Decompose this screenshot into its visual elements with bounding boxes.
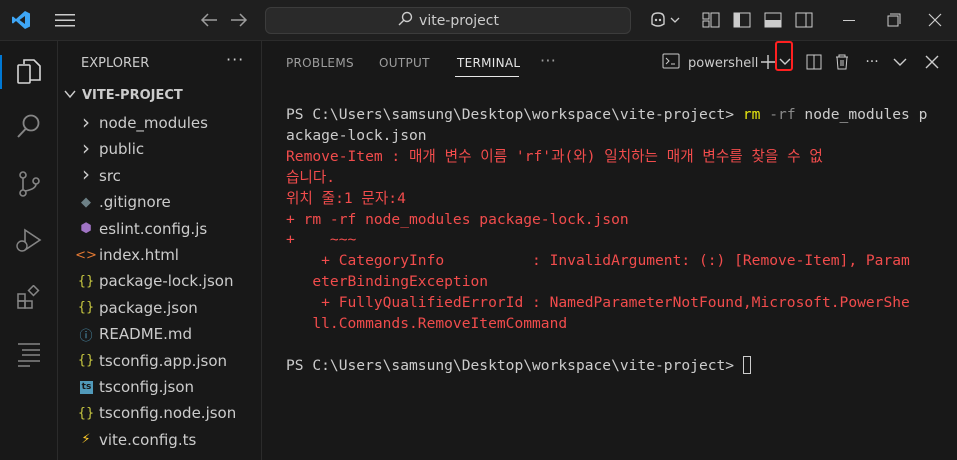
terminal-icon xyxy=(662,53,680,73)
forward-arrow-icon[interactable] xyxy=(228,9,250,31)
tree-item-label: tsconfig.node.json xyxy=(99,404,237,423)
tree-item-label: eslint.config.js xyxy=(99,219,208,238)
activity-bar xyxy=(0,41,58,460)
ts-icon: ts xyxy=(80,380,93,394)
tree-item[interactable]: {} package-lock.json xyxy=(76,268,234,294)
search-icon[interactable] xyxy=(14,111,44,141)
tree-item[interactable]: ⚡ vite.config.ts xyxy=(76,427,196,453)
panel-more-button[interactable]: ··· xyxy=(540,51,556,70)
error-line: + CategoryInfo : InvalidArgument: (:) [R… xyxy=(286,252,910,270)
close-window-icon[interactable] xyxy=(924,9,946,31)
vite-icon: ⚡ xyxy=(81,432,91,448)
error-line: Remove-Item : 매개 변수 이름 'rf'과(와) 일치하는 매개 … xyxy=(286,147,823,165)
error-line: + FullyQualifiedErrorId : NamedParameter… xyxy=(286,294,910,312)
restore-icon[interactable] xyxy=(883,9,905,31)
terminal-selector[interactable]: powershell xyxy=(662,53,758,73)
customize-layout-icon[interactable] xyxy=(700,9,722,31)
html-icon: <> xyxy=(75,247,97,263)
tree-item-label: node_modules xyxy=(99,114,208,132)
extensions-icon[interactable] xyxy=(14,283,44,313)
tree-item-label: tsconfig.json xyxy=(99,378,195,396)
chevron-right-icon: › xyxy=(82,162,90,187)
terminal-panel: PROBLEMS OUTPUT TERMINAL ··· powershell … xyxy=(262,41,957,460)
json-icon: {} xyxy=(77,353,95,369)
terminal-line: ackage-lock.json xyxy=(286,126,427,144)
title-bar: vite-project xyxy=(0,0,957,41)
back-arrow-icon[interactable] xyxy=(198,9,220,31)
split-terminal-icon[interactable] xyxy=(804,52,824,72)
tree-item-label: package-lock.json xyxy=(99,272,234,291)
error-line: 습니다. xyxy=(286,168,336,186)
outline-icon[interactable] xyxy=(14,339,44,369)
explorer-sidebar: EXPLORER ··· VITE-PROJECT › node_modules ›… xyxy=(58,41,262,460)
project-folder-header[interactable]: VITE-PROJECT xyxy=(64,88,183,103)
tab-problems[interactable]: PROBLEMS xyxy=(286,56,354,70)
toggle-panel-icon[interactable] xyxy=(762,9,784,31)
search-icon xyxy=(397,11,413,31)
tree-item[interactable]: ⬢ eslint.config.js xyxy=(76,216,207,242)
tree-item[interactable]: ◆ .gitignore xyxy=(76,189,171,215)
copilot-icon[interactable] xyxy=(648,9,684,31)
tree-item[interactable]: ⓘ README.md xyxy=(76,321,192,347)
json-icon: {} xyxy=(77,273,95,289)
maximize-panel-chevron-icon[interactable] xyxy=(890,52,910,72)
tree-item[interactable]: › node_modules xyxy=(76,110,208,136)
tree-item-label: tsconfig.app.json xyxy=(99,351,228,370)
tree-item-label: vite.config.ts xyxy=(99,430,197,449)
explorer-icon[interactable] xyxy=(14,57,44,87)
tree-item[interactable]: {} tsconfig.app.json xyxy=(76,348,227,374)
annotation-highlight-box xyxy=(775,41,793,71)
eslint-icon: ⬢ xyxy=(80,221,92,237)
error-line: ll.Commands.RemoveItemCommand xyxy=(286,315,568,333)
panel-actions-more-icon[interactable]: ··· xyxy=(862,52,882,72)
project-name: VITE-PROJECT xyxy=(82,88,183,103)
terminal-line: PS C:\Users\samsung\Desktop\workspace\vi… xyxy=(286,106,928,123)
error-line: 위치 줄:1 문자:4 xyxy=(286,189,406,207)
tree-item[interactable]: › public xyxy=(76,136,144,162)
close-panel-icon[interactable] xyxy=(922,52,942,72)
tree-item-label: .gitignore xyxy=(99,193,171,212)
run-debug-icon[interactable] xyxy=(14,225,44,255)
json-icon: {} xyxy=(77,300,95,316)
toggle-secondary-sidebar-icon[interactable] xyxy=(793,9,815,31)
minimize-icon[interactable] xyxy=(838,9,860,31)
vscode-logo-icon xyxy=(10,9,32,31)
tree-item-label: src xyxy=(99,166,121,185)
error-line: + ~~~ xyxy=(286,231,357,249)
search-text: vite-project xyxy=(419,12,499,29)
terminal-name: powershell xyxy=(688,55,759,71)
command-center-search[interactable]: vite-project xyxy=(265,7,631,34)
tree-item[interactable]: {} tsconfig.node.json xyxy=(76,400,237,426)
active-indicator xyxy=(0,55,2,89)
tree-item-label: README.md xyxy=(99,325,193,344)
tree-item[interactable]: ts tsconfig.json xyxy=(76,374,194,400)
tree-item[interactable]: {} package.json xyxy=(76,295,198,321)
tree-item[interactable]: <> index.html xyxy=(75,242,179,268)
error-line: eterBindingException xyxy=(286,273,489,291)
chevron-right-icon: › xyxy=(82,109,90,134)
explorer-title: EXPLORER xyxy=(81,56,150,71)
git-icon: ◆ xyxy=(81,194,91,210)
tab-output[interactable]: OUTPUT xyxy=(379,56,430,70)
tree-item-label: index.html xyxy=(99,246,179,264)
explorer-more-button[interactable]: ··· xyxy=(226,50,244,69)
tab-terminal[interactable]: TERMINAL xyxy=(457,56,520,70)
terminal-cursor xyxy=(742,355,751,374)
menu-icon[interactable] xyxy=(54,9,76,31)
terminal-line: PS C:\Users\samsung\Desktop\workspace\vi… xyxy=(286,355,927,377)
tree-item[interactable]: › src xyxy=(76,162,121,189)
trash-icon[interactable] xyxy=(832,52,852,72)
source-control-icon[interactable] xyxy=(14,169,44,199)
json-icon: {} xyxy=(77,405,95,421)
tree-item-label: package.json xyxy=(99,298,198,317)
active-tab-underline xyxy=(455,76,519,77)
tree-item-label: public xyxy=(99,140,145,159)
error-line: + rm -rf node_modules package-lock.json xyxy=(286,210,629,228)
terminal-output[interactable]: PS C:\Users\samsung\Desktop\workspace\vi… xyxy=(286,105,927,377)
chevron-down-icon xyxy=(64,88,76,103)
chevron-right-icon: › xyxy=(82,135,90,160)
info-icon: ⓘ xyxy=(79,328,93,344)
toggle-sidebar-icon[interactable] xyxy=(731,9,753,31)
